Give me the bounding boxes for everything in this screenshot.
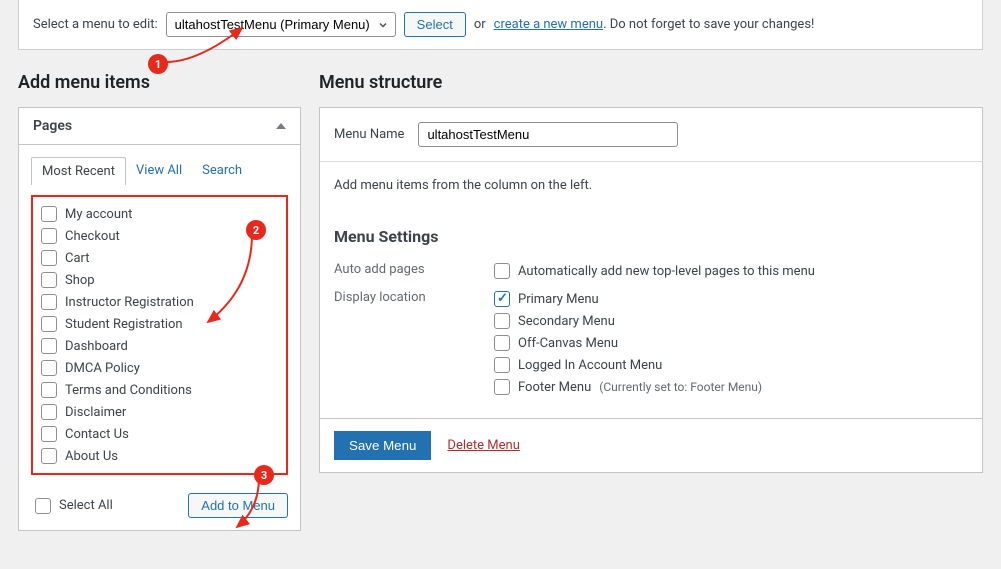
location-label: Off-Canvas Menu	[518, 336, 618, 351]
page-label: Student Registration	[65, 317, 183, 332]
display-locations: Primary Menu Secondary Menu Off-Canvas Men…	[494, 288, 968, 398]
menu-structure-heading: Menu structure	[319, 72, 983, 93]
page-item[interactable]: DMCA Policy	[37, 357, 282, 379]
tab-most-recent[interactable]: Most Recent	[31, 157, 126, 185]
pages-accordion-title: Pages	[33, 118, 72, 134]
location-label: Logged In Account Menu	[518, 358, 662, 373]
page-checkbox[interactable]	[41, 206, 57, 222]
page-label: Disclaimer	[65, 405, 126, 420]
annotation-badge-2: 2	[246, 220, 266, 240]
page-item[interactable]: Instructor Registration	[37, 291, 282, 313]
menu-select[interactable]: ultahostTestMenu (Primary Menu)	[166, 12, 396, 37]
page-label: Terms and Conditions	[65, 383, 192, 398]
location-checkbox[interactable]	[494, 357, 510, 373]
location-label: Footer Menu	[518, 380, 591, 395]
or-text: or	[474, 17, 486, 32]
save-menu-button[interactable]: Save Menu	[334, 431, 431, 460]
location-checkbox[interactable]	[494, 291, 510, 307]
page-checkbox[interactable]	[41, 272, 57, 288]
page-checkbox[interactable]	[41, 294, 57, 310]
page-item[interactable]: Cart	[37, 247, 282, 269]
select-all-label: Select All	[59, 498, 113, 513]
page-label: Checkout	[65, 229, 120, 244]
auto-add-checkbox[interactable]	[494, 263, 510, 279]
menu-select-bar: Select a menu to edit: ultahostTestMenu …	[18, 0, 983, 50]
delete-menu-link[interactable]: Delete Menu	[447, 438, 519, 453]
page-checkbox[interactable]	[41, 448, 57, 464]
auto-add-label: Auto add pages	[334, 260, 494, 282]
pages-accordion-header[interactable]: Pages	[18, 107, 301, 145]
location-option[interactable]: Footer Menu (Currently set to: Footer Men…	[494, 376, 968, 398]
page-checkbox[interactable]	[41, 316, 57, 332]
page-label: My account	[65, 207, 132, 222]
location-checkbox[interactable]	[494, 379, 510, 395]
page-item[interactable]: Terms and Conditions	[37, 379, 282, 401]
location-option[interactable]: Secondary Menu	[494, 310, 968, 332]
tab-search[interactable]: Search	[192, 157, 252, 185]
location-label: Primary Menu	[518, 292, 599, 307]
location-checkbox[interactable]	[494, 335, 510, 351]
structure-hint: Add menu items from the column on the le…	[320, 162, 982, 209]
page-checkbox[interactable]	[41, 426, 57, 442]
page-checkbox[interactable]	[41, 338, 57, 354]
page-item[interactable]: Contact Us	[37, 423, 282, 445]
pages-tabs: Most Recent View All Search	[31, 157, 288, 185]
tab-view-all[interactable]: View All	[126, 157, 192, 185]
reminder-text: . Do not forget to save your changes!	[603, 17, 814, 32]
create-menu-link[interactable]: create a new menu	[494, 17, 603, 32]
auto-add-option[interactable]: Automatically add new top-level pages to…	[494, 260, 968, 282]
page-item[interactable]: Student Registration	[37, 313, 282, 335]
select-all-checkbox[interactable]	[35, 498, 51, 514]
location-label: Secondary Menu	[518, 314, 615, 329]
menu-settings-heading: Menu Settings	[334, 227, 968, 246]
page-item[interactable]: My account	[37, 203, 282, 225]
page-checkbox[interactable]	[41, 250, 57, 266]
auto-add-text: Automatically add new top-level pages to…	[518, 264, 815, 279]
page-label: Dashboard	[65, 339, 128, 354]
page-checkbox[interactable]	[41, 228, 57, 244]
page-label: Cart	[65, 251, 90, 266]
page-label: Shop	[65, 273, 95, 288]
page-item[interactable]: Dashboard	[37, 335, 282, 357]
page-item[interactable]: Disclaimer	[37, 401, 282, 423]
page-item[interactable]: Shop	[37, 269, 282, 291]
page-checkbox[interactable]	[41, 360, 57, 376]
location-checkbox[interactable]	[494, 313, 510, 329]
add-items-heading: Add menu items	[18, 72, 301, 93]
page-label: Instructor Registration	[65, 295, 194, 310]
annotation-badge-3: 3	[254, 465, 274, 485]
add-to-menu-button[interactable]: Add to Menu	[188, 493, 288, 518]
page-label: Contact Us	[65, 427, 129, 442]
select-button[interactable]: Select	[404, 12, 466, 37]
menu-name-label: Menu Name	[334, 127, 404, 142]
page-item[interactable]: About Us	[37, 445, 282, 467]
location-option[interactable]: Off-Canvas Menu	[494, 332, 968, 354]
page-label: DMCA Policy	[65, 361, 140, 376]
display-location-label: Display location	[334, 288, 494, 398]
page-checkbox[interactable]	[41, 382, 57, 398]
annotation-badge-1: 1	[148, 54, 168, 74]
menu-name-input[interactable]	[418, 122, 678, 147]
location-option[interactable]: Logged In Account Menu	[494, 354, 968, 376]
location-hint: (Currently set to: Footer Menu)	[599, 380, 762, 394]
select-menu-label: Select a menu to edit:	[33, 17, 158, 32]
select-all-row[interactable]: Select All	[31, 495, 117, 517]
collapse-icon	[276, 123, 286, 129]
page-checkbox[interactable]	[41, 404, 57, 420]
page-label: About Us	[65, 449, 118, 464]
location-option[interactable]: Primary Menu	[494, 288, 968, 310]
